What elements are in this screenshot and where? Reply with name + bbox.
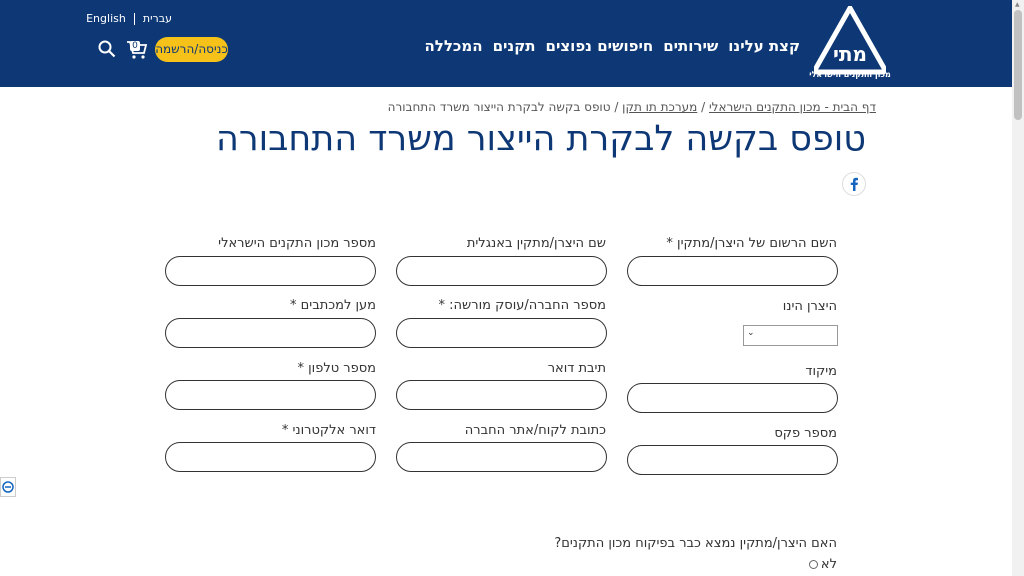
accessibility-toggle-icon xyxy=(2,481,14,493)
nav-services[interactable]: שירותים xyxy=(663,37,718,55)
label-company-number: מספר החברה/עוסק מורשה: * xyxy=(438,298,606,313)
svg-text:מתי: מתי xyxy=(833,42,867,66)
label-mailing-address: מען למכתבים * xyxy=(290,298,376,313)
facebook-share-button[interactable] xyxy=(842,172,866,196)
label-phone: מספר טלפון * xyxy=(297,361,376,376)
supervision-question: האם היצרן/מתקין נמצא כבר בפיקוח מכון התק… xyxy=(554,536,837,551)
label-po-box: תיבת דואר xyxy=(547,361,606,376)
radio-no-button[interactable] xyxy=(808,560,818,569)
nav-college[interactable]: המכללה xyxy=(424,37,482,55)
breadcrumb-home-link[interactable]: דף הבית - מכון התקנים הישראלי xyxy=(709,100,876,114)
nav-common-searches[interactable]: חיפושים נפוצים xyxy=(546,37,654,55)
label-english-name: שם היצרן/מתקין באנגלית xyxy=(466,236,606,251)
breadcrumb: דף הבית - מכון התקנים הישראלי / מערכת תו… xyxy=(388,100,876,114)
zip-input[interactable] xyxy=(627,383,838,413)
fax-input[interactable] xyxy=(627,445,838,475)
breadcrumb-separator: / xyxy=(697,100,709,114)
cart-count-badge: 0 xyxy=(130,41,140,51)
institute-number-input[interactable] xyxy=(165,256,376,286)
label-institute-number: מספר מכון התקנים הישראלי xyxy=(218,236,376,251)
email-input[interactable] xyxy=(165,442,376,472)
company-number-input[interactable] xyxy=(396,318,607,348)
breadcrumb-section-link[interactable]: מערכת תו תקן xyxy=(622,100,697,114)
mailing-address-input[interactable] xyxy=(165,318,376,348)
radio-no-label: לא xyxy=(820,557,837,572)
label-zip: מיקוד xyxy=(805,364,837,379)
accessibility-widget[interactable] xyxy=(0,477,16,497)
facebook-icon xyxy=(850,177,858,191)
radio-option-no[interactable]: לא xyxy=(808,557,837,572)
scroll-up-arrow-icon[interactable]: ▲ xyxy=(1015,1,1020,8)
language-switcher: עברית English xyxy=(86,12,172,25)
login-register-button[interactable]: כניסה/הרשמה xyxy=(155,37,228,62)
lang-divider xyxy=(133,12,135,25)
main-nav: קצת עלינו שירותים חיפושים נפוצים תקנים ה… xyxy=(424,37,800,55)
lang-hebrew-link[interactable]: עברית xyxy=(143,12,172,25)
page-title: טופס בקשה לבקרת הייצור משרד התחבורה xyxy=(215,119,866,159)
label-registered-name: השם הרשום של היצרן/מתקין * xyxy=(666,236,837,251)
lang-english-link[interactable]: English xyxy=(86,12,126,25)
registered-name-input[interactable] xyxy=(627,256,838,286)
website-input[interactable] xyxy=(396,442,607,472)
manufacturer-type-select[interactable]: ⌄ xyxy=(743,325,838,346)
search-icon[interactable] xyxy=(98,40,116,58)
label-website: כתובת לקוח/אתר החברה xyxy=(464,423,606,438)
label-email: דואר אלקטרוני * xyxy=(281,423,376,438)
label-fax: מספר פקס xyxy=(774,426,837,441)
scroll-thumb[interactable] xyxy=(1014,10,1022,120)
nav-standards[interactable]: תקנים xyxy=(493,37,536,55)
label-manufacturer-type: היצרן הינו xyxy=(782,299,837,314)
chevron-down-icon: ⌄ xyxy=(747,328,755,338)
nav-about[interactable]: קצת עלינו xyxy=(728,37,800,55)
phone-input[interactable] xyxy=(165,380,376,410)
logo-subtitle: מכון התקנים הישראלי xyxy=(809,70,891,79)
site-header: מתי מכון התקנים הישראלי עברית English קצ… xyxy=(0,0,1012,87)
po-box-input[interactable] xyxy=(396,380,607,410)
breadcrumb-separator: / xyxy=(610,100,623,114)
breadcrumb-current: טופס בקשה לבקרת הייצור משרד התחבורה xyxy=(387,100,611,114)
page-scrollbar[interactable]: ▲ xyxy=(1012,0,1024,576)
english-name-input[interactable] xyxy=(396,256,607,286)
